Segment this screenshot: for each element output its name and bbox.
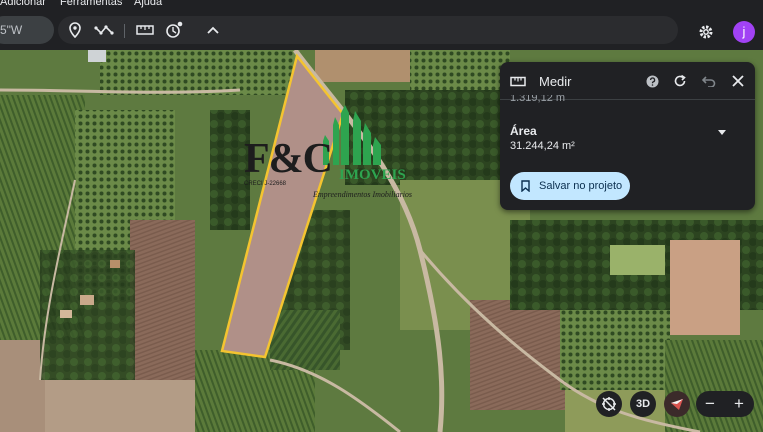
area-value: 31.244,24 m² (510, 140, 575, 152)
house-roof (88, 50, 106, 62)
watermark-brand-suffix: IMOVEIS (339, 167, 406, 183)
watermark-logo: F&C IMOVEIS CRECI J-22668 Empreendimento… (241, 105, 416, 205)
watermark-brand: F&C (244, 136, 333, 182)
tour-history-icon[interactable] (164, 20, 184, 40)
menu-item-adicionar[interactable]: Adicionar (0, 0, 46, 8)
orchard-field (560, 310, 670, 390)
measure-panel-header: Medir (500, 62, 755, 100)
gear-icon[interactable] (696, 22, 716, 42)
toolbar-divider (124, 24, 125, 38)
undo-icon[interactable] (700, 72, 718, 90)
bare-field (670, 240, 740, 335)
tree-cluster (40, 250, 135, 380)
house-roof (60, 310, 72, 318)
house-roof (110, 260, 120, 268)
house-roof (80, 295, 94, 305)
view-3d-button[interactable]: 3D (630, 391, 656, 417)
help-icon[interactable] (643, 72, 661, 90)
zoom-out-button[interactable]: − (705, 394, 715, 414)
ruler-icon (509, 72, 527, 90)
refresh-icon[interactable] (671, 72, 689, 90)
compass-needle-icon[interactable] (664, 391, 690, 417)
watermark-tagline: Empreendimentos Imobiliarios (313, 190, 413, 199)
bookmark-icon (521, 180, 530, 192)
chevron-up-icon[interactable] (203, 20, 223, 40)
bare-field (0, 340, 45, 432)
menu-bar: Adicionar Ferramentas Ajuda (0, 0, 763, 10)
zoom-in-button[interactable]: + (734, 394, 744, 414)
place-pin-icon[interactable] (65, 20, 85, 40)
pond-area (610, 245, 665, 275)
bare-field (45, 380, 195, 432)
watermark-creci: CRECI J-22668 (244, 181, 287, 187)
save-to-project-label: Salvar no projeto (539, 180, 623, 192)
menu-item-ajuda[interactable]: Ajuda (134, 0, 162, 8)
zoom-controls: − + (696, 391, 754, 417)
measure-title: Medir (539, 74, 572, 89)
search-value[interactable]: 5"W (0, 23, 22, 37)
menu-item-ferramentas[interactable]: Ferramentas (60, 0, 122, 8)
avatar[interactable]: j (733, 21, 755, 43)
toolbar: 5"W j (0, 10, 763, 50)
orchard-field (100, 50, 300, 95)
compass-off-icon[interactable] (596, 391, 622, 417)
close-icon[interactable] (729, 72, 747, 90)
measure-panel: Medir 1.319,12 m Área 31.244,24 m² Salva… (500, 62, 755, 210)
area-label: Área (510, 124, 537, 138)
ploughed-field (130, 220, 195, 380)
save-to-project-button[interactable]: Salvar no projeto (510, 172, 630, 200)
search-field[interactable]: 5"W (0, 16, 54, 44)
dropdown-caret-icon[interactable] (718, 130, 726, 135)
ruler-icon[interactable] (135, 20, 155, 40)
crop-field (665, 340, 763, 432)
path-icon[interactable] (94, 20, 114, 40)
